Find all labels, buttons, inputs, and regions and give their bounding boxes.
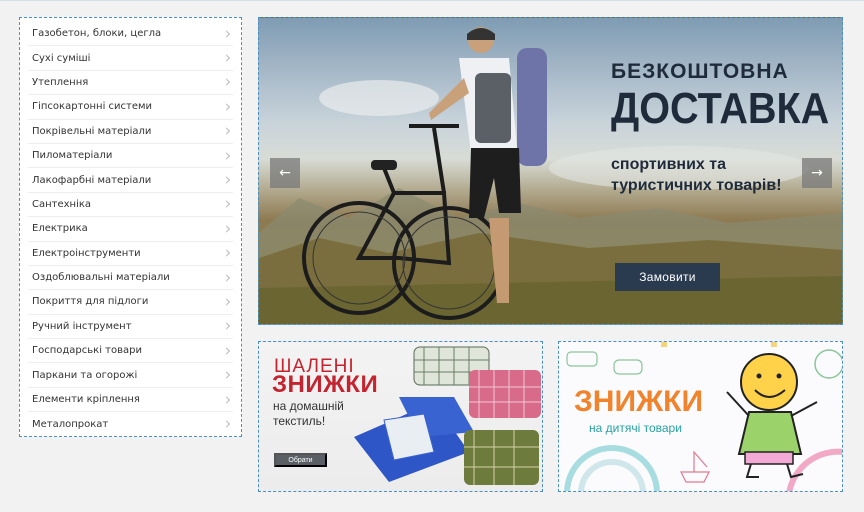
category-label: Господарські товари bbox=[32, 345, 142, 357]
sidebar-item-category[interactable]: Електрика bbox=[28, 217, 233, 242]
chevron-right-icon bbox=[222, 347, 231, 355]
sidebar-item-category[interactable]: Покриття для підлоги bbox=[28, 290, 233, 315]
sidebar-item-category[interactable]: Ручний інструмент bbox=[28, 315, 233, 340]
category-label: Лакофарбні матеріали bbox=[32, 174, 152, 186]
promo-textile-subtitle-line2: текстиль! bbox=[273, 414, 326, 428]
promo-textile-subtitle: на домашній текстиль! bbox=[273, 399, 344, 429]
category-label: Електрика bbox=[32, 223, 88, 235]
chevron-right-icon bbox=[222, 298, 231, 306]
category-label: Покрівельні матеріали bbox=[32, 125, 152, 137]
category-label: Покриття для підлоги bbox=[32, 296, 149, 308]
sidebar-item-category[interactable]: Паркани та огорожі bbox=[28, 363, 233, 388]
category-label: Оздоблювальні матеріали bbox=[32, 272, 170, 284]
chevron-right-icon bbox=[222, 54, 231, 62]
sidebar-item-category[interactable]: Лакофарбні матеріали bbox=[28, 168, 233, 193]
chevron-right-icon bbox=[222, 152, 231, 160]
choose-button[interactable]: Обрати bbox=[274, 453, 327, 467]
chevron-right-icon bbox=[222, 103, 231, 111]
promo-kids-title: ЗНИЖКИ bbox=[574, 385, 704, 418]
sidebar-item-category[interactable]: Газобетон, блоки, цегла bbox=[28, 22, 233, 47]
sidebar-item-category[interactable]: Господарські товари bbox=[28, 339, 233, 364]
category-label: Електроінструменти bbox=[32, 247, 141, 259]
sidebar-item-category[interactable]: Гіпсокартонні системи bbox=[28, 95, 233, 120]
hero-kicker: БЕЗКОШТОВНА bbox=[611, 60, 789, 83]
sidebar-item-category[interactable]: Сухі суміші bbox=[28, 46, 233, 71]
sidebar-item-category[interactable]: Оздоблювальні матеріали bbox=[28, 266, 233, 291]
sidebar-item-category[interactable]: Утеплення bbox=[28, 71, 233, 96]
category-label: Пиломатеріали bbox=[32, 150, 113, 162]
promo-kids-banner[interactable]: ЗНИЖКИ на дитячі товари bbox=[558, 341, 843, 492]
slider-next-button[interactable]: → bbox=[802, 158, 832, 188]
chevron-right-icon bbox=[222, 30, 231, 38]
order-button[interactable]: Замовити bbox=[615, 263, 720, 291]
chevron-right-icon bbox=[222, 225, 231, 233]
category-label: Гіпсокартонні системи bbox=[32, 101, 153, 113]
sidebar-item-category[interactable]: Покрівельні матеріали bbox=[28, 120, 233, 144]
category-label: Ручний інструмент bbox=[32, 320, 132, 332]
chevron-right-icon bbox=[222, 274, 231, 282]
arrow-right-icon: → bbox=[811, 165, 823, 181]
category-label: Металопрокат bbox=[32, 418, 109, 430]
slider-prev-button[interactable]: ← bbox=[270, 158, 300, 188]
category-label: Газобетон, блоки, цегла bbox=[32, 28, 162, 40]
arrow-left-icon: ← bbox=[279, 165, 291, 181]
category-label: Елементи кріплення bbox=[32, 394, 140, 406]
promo-textile-subtitle-line1: на домашній bbox=[273, 399, 344, 413]
category-list: Газобетон, блоки, цегла Сухі суміші Утепле… bbox=[20, 18, 241, 437]
chevron-right-icon bbox=[222, 396, 231, 404]
chevron-right-icon bbox=[222, 322, 231, 330]
category-label: Утеплення bbox=[32, 76, 89, 88]
chevron-right-icon bbox=[222, 127, 231, 135]
promo-textile-banner[interactable]: ШАЛЕНІ ЗНИЖКИ на домашній текстиль! Обра… bbox=[258, 341, 543, 492]
category-label: Паркани та огорожі bbox=[32, 369, 138, 381]
sidebar-item-category[interactable]: Металопрокат bbox=[28, 412, 233, 436]
chevron-right-icon bbox=[222, 371, 231, 379]
category-sidebar: Газобетон, блоки, цегла Сухі суміші Утепле… bbox=[19, 17, 242, 437]
promo-textile-title: ЗНИЖКИ bbox=[272, 371, 379, 398]
chevron-right-icon bbox=[222, 420, 231, 428]
chevron-right-icon bbox=[222, 78, 231, 87]
sidebar-item-category[interactable]: Сантехніка bbox=[28, 193, 233, 218]
sidebar-item-category[interactable]: Пиломатеріали bbox=[28, 144, 233, 169]
category-label: Сухі суміші bbox=[32, 52, 91, 64]
promo-kids-subtitle: на дитячі товари bbox=[589, 421, 682, 435]
chevron-right-icon bbox=[222, 249, 231, 257]
category-label: Сантехніка bbox=[32, 198, 92, 210]
chevron-right-icon bbox=[222, 200, 231, 208]
hero-title: ДОСТАВКА bbox=[611, 84, 830, 133]
chevron-right-icon bbox=[222, 176, 231, 184]
sidebar-item-category[interactable]: Елементи кріплення bbox=[28, 388, 233, 413]
sidebar-item-category[interactable]: Електроінструменти bbox=[28, 242, 233, 266]
hero-slider[interactable]: БЕЗКОШТОВНА ДОСТАВКА спортивних та турис… bbox=[258, 17, 843, 325]
